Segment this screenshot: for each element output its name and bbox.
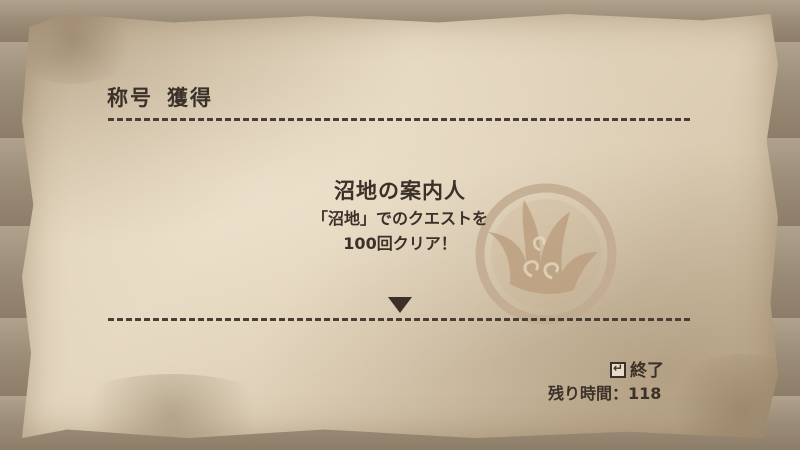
award-name: 沼地の案内人 [334, 179, 466, 203]
title-word-1: 称号 [107, 86, 153, 110]
remaining-time-label: 残り時間： [548, 384, 629, 403]
divider-top [108, 118, 690, 121]
remaining-time-value: 118 [628, 384, 662, 403]
remaining-time: 残り時間：118 [548, 380, 661, 404]
divider-bottom [108, 318, 690, 321]
award-description-line-2: 100回クリア！ [343, 234, 457, 253]
end-button[interactable]: 終了 [610, 356, 664, 381]
end-label: 終了 [630, 361, 664, 381]
award-description-line-1: 「沼地」でのクエストを [311, 209, 488, 228]
next-arrow-icon[interactable] [388, 297, 412, 313]
title-word-2: 獲得 [167, 86, 213, 110]
game-screen: 称号獲得 沼地の案内人 「沼地」でのクエストを 100回クリア！ 終了 残り時間… [0, 0, 800, 450]
page-title: 称号 獲得 [107, 82, 213, 112]
enter-key-icon [610, 361, 626, 378]
